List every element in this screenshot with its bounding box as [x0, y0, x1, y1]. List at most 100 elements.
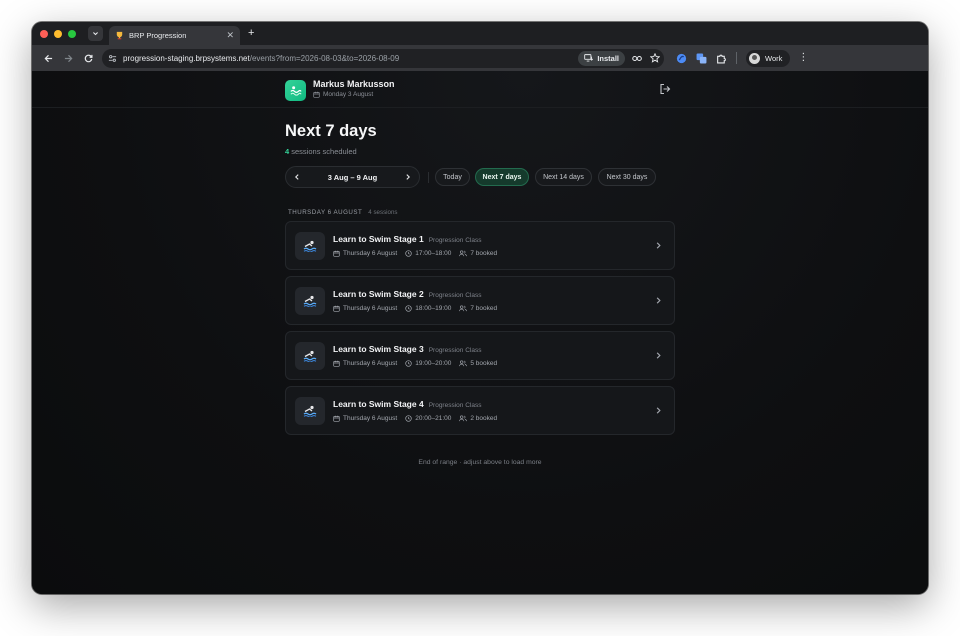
- chevron-left-icon[interactable]: [293, 173, 301, 181]
- filter-next-7-days-button[interactable]: Next 7 days: [475, 168, 529, 186]
- new-tab-button[interactable]: +: [248, 28, 254, 39]
- session-time-text: 18:00–19:00: [415, 305, 452, 312]
- maximize-window-button[interactable]: [68, 29, 76, 38]
- session-booked: 5 booked: [459, 360, 497, 367]
- session-booked: 2 booked: [459, 415, 497, 422]
- tab-search-button[interactable]: [88, 26, 103, 41]
- session-card[interactable]: Learn to Swim Stage 3 Progression Class …: [285, 331, 675, 380]
- password-key-icon[interactable]: [632, 54, 643, 63]
- filter-today-button[interactable]: Today: [435, 168, 470, 186]
- session-icon-box: [295, 232, 325, 260]
- session-date-text: Thursday 6 August: [343, 250, 398, 257]
- session-count-suffix: sessions scheduled: [291, 147, 357, 156]
- session-booked: 7 booked: [459, 250, 497, 257]
- chevron-right-icon: [656, 407, 661, 414]
- session-title-row: Learn to Swim Stage 4 Progression Class: [333, 399, 481, 409]
- filter-next-30-days-button[interactable]: Next 30 days: [598, 168, 656, 186]
- date-range-label: 3 Aug – 9 Aug: [327, 172, 378, 182]
- reload-button[interactable]: [78, 48, 98, 68]
- browser-menu-icon[interactable]: ⋮: [798, 53, 808, 63]
- session-date: Thursday 6 August: [333, 360, 397, 367]
- sessions-summary: 4 sessions scheduled: [285, 147, 357, 156]
- forward-button[interactable]: [58, 48, 78, 68]
- address-bar[interactable]: progression-staging.brpsystems.net/event…: [102, 48, 664, 68]
- swimmer-wave-icon: [303, 295, 317, 307]
- logout-button[interactable]: [659, 83, 671, 95]
- browser-tab[interactable]: BRP Progression ✕: [109, 26, 240, 45]
- session-time: 19:00–20:00: [405, 360, 451, 367]
- chevron-right-icon: [656, 242, 661, 249]
- session-count: 4: [285, 147, 290, 156]
- omnibox-actions: Install: [578, 50, 660, 66]
- close-window-button[interactable]: [40, 29, 48, 38]
- session-title-row: Learn to Swim Stage 3 Progression Class: [333, 344, 481, 354]
- calendar-icon: [333, 415, 340, 422]
- users-icon: [459, 305, 468, 312]
- session-time: 17:00–18:00: [405, 250, 451, 257]
- swimmer-wave-icon: [303, 240, 317, 252]
- arrow-right-icon: [64, 54, 72, 62]
- session-meta: Thursday 6 August 19:00–20:00 5 booked: [333, 360, 497, 367]
- session-booked-text: 2 booked: [470, 415, 498, 422]
- app-header: Markus Markusson Monday 3 August: [32, 71, 928, 108]
- trophy-favicon-icon: [116, 31, 123, 40]
- install-app-button[interactable]: Install: [578, 50, 625, 66]
- session-card[interactable]: Learn to Swim Stage 1 Progression Class …: [285, 221, 675, 270]
- tab-strip: BRP Progression ✕ +: [32, 22, 928, 45]
- minimize-window-button[interactable]: [54, 29, 62, 38]
- swimmer-wave-icon: [303, 350, 317, 362]
- extension-translate-icon[interactable]: [696, 53, 707, 64]
- session-time-text: 20:00–21:00: [415, 415, 452, 422]
- users-icon: [459, 360, 468, 367]
- install-monitor-icon: [584, 54, 594, 62]
- session-type: Progression Class: [428, 402, 482, 409]
- profile-button[interactable]: Work: [746, 49, 791, 67]
- profile-avatar: [749, 52, 760, 64]
- user-date-text: Monday 3 August: [323, 91, 374, 98]
- url-path: /events?from=2026-08-03&to=2026-08-09: [249, 53, 400, 63]
- clock-icon: [405, 415, 412, 422]
- install-label: Install: [597, 53, 619, 63]
- filter-divider: [428, 172, 429, 183]
- profile-label: Work: [765, 53, 783, 63]
- filter-next-14-days-button[interactable]: Next 14 days: [535, 168, 592, 186]
- session-card[interactable]: Learn to Swim Stage 4 Progression Class …: [285, 386, 675, 435]
- session-name: Learn to Swim Stage 3: [333, 344, 424, 354]
- clock-icon: [405, 360, 412, 367]
- chevron-right-icon[interactable]: [404, 173, 412, 181]
- calendar-icon: [313, 91, 320, 98]
- session-meta: Thursday 6 August 17:00–18:00 7 booked: [333, 250, 497, 257]
- session-date-text: Thursday 6 August: [343, 415, 398, 422]
- bookmark-star-icon[interactable]: [650, 53, 660, 63]
- session-card[interactable]: Learn to Swim Stage 2 Progression Class …: [285, 276, 675, 325]
- session-meta: Thursday 6 August 18:00–19:00 7 booked: [333, 305, 497, 312]
- tab-title: BRP Progression: [129, 31, 187, 40]
- chevron-down-icon: [93, 32, 98, 36]
- toolbar-separator: [736, 52, 737, 64]
- user-date: Monday 3 August: [313, 91, 373, 98]
- session-date: Thursday 6 August: [333, 250, 397, 257]
- page-content: Markus Markusson Monday 3 August Next 7 …: [32, 71, 928, 594]
- back-button[interactable]: [38, 48, 58, 68]
- session-date-text: Thursday 6 August: [343, 360, 398, 367]
- site-settings-icon[interactable]: [108, 54, 117, 63]
- close-tab-icon[interactable]: ✕: [226, 31, 234, 40]
- session-date: Thursday 6 August: [333, 305, 397, 312]
- session-time-text: 19:00–20:00: [415, 360, 452, 367]
- extension-blue-icon[interactable]: [676, 53, 687, 64]
- wave-icon: [290, 86, 302, 96]
- page-title: Next 7 days: [285, 122, 377, 140]
- extensions-puzzle-icon[interactable]: [716, 53, 727, 64]
- session-booked-text: 5 booked: [470, 360, 498, 367]
- chevron-right-icon: [656, 297, 661, 304]
- date-range-picker: 3 Aug – 9 Aug: [285, 166, 420, 188]
- session-name: Learn to Swim Stage 2: [333, 289, 424, 299]
- clock-icon: [405, 250, 412, 257]
- day-group-title: THURSDAY 6 AUGUST: [288, 209, 363, 216]
- users-icon: [459, 250, 468, 257]
- chevron-right-icon: [656, 352, 661, 359]
- session-booked-text: 7 booked: [470, 305, 498, 312]
- calendar-icon: [333, 250, 340, 257]
- calendar-icon: [333, 360, 340, 367]
- session-meta: Thursday 6 August 20:00–21:00 2 booked: [333, 415, 497, 422]
